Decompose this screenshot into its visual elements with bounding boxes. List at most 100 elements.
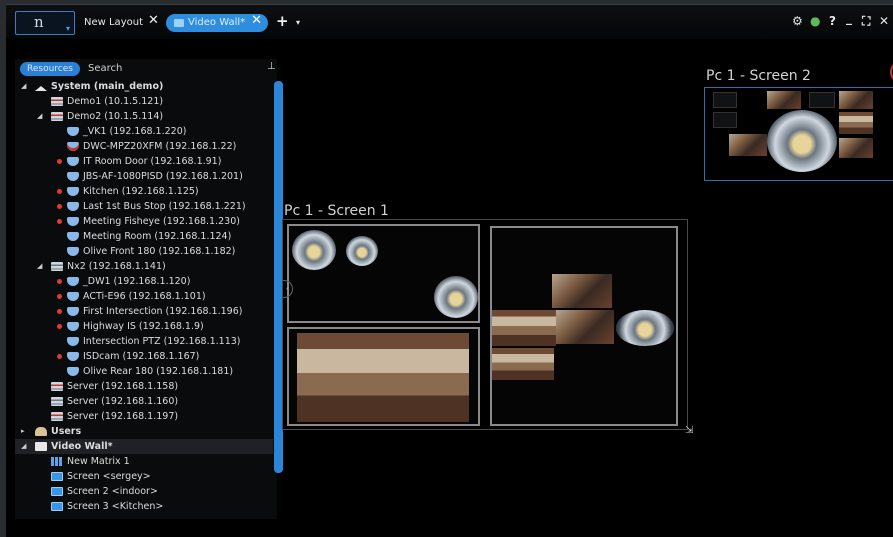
camera-icon — [67, 352, 79, 361]
tree-item[interactable]: Olive Rear 180 (192.168.1.181) — [15, 364, 273, 379]
tree-item[interactable]: ◢ Video Wall* — [15, 439, 273, 454]
recording-dot-icon — [57, 189, 62, 194]
pin-icon[interactable]: ⊥ — [267, 61, 276, 72]
thumbnail — [839, 138, 873, 158]
tree-item[interactable]: Server (192.168.1.160) — [15, 394, 273, 409]
title-bar: n ▾ New Layout ✕ Video Wall* ✕ + ▾ ⚙ ● ?… — [6, 5, 893, 39]
camera-icon — [67, 277, 79, 286]
tree-item-label: Screen 2 <indoor> — [67, 486, 158, 497]
resize-handle-icon[interactable]: ⇲ — [685, 425, 693, 436]
tree-item[interactable]: Demo1 (10.1.5.121) — [15, 94, 273, 109]
tab-new-layout[interactable]: New Layout — [84, 14, 143, 32]
fisheye-thumbnail — [767, 110, 837, 172]
tree-item[interactable]: Meeting Room (192.168.1.124) — [15, 229, 273, 244]
tree-item[interactable]: First Intersection (192.168.1.196) — [15, 304, 273, 319]
camera-icon — [67, 217, 79, 226]
tree-item[interactable]: Server (192.168.1.197) — [15, 409, 273, 424]
tree-item-label: Kitchen (192.168.1.125) — [83, 186, 199, 197]
camera-icon — [67, 127, 79, 136]
logo-text: n — [34, 13, 44, 31]
tree-item[interactable]: ▸ Users — [15, 424, 273, 439]
main-menu-button[interactable]: n ▾ — [15, 11, 75, 35]
expand-arrow-icon[interactable]: ▸ — [21, 424, 25, 439]
expand-arrow-icon[interactable]: ◢ — [37, 109, 42, 124]
tree-item-label: Intersection PTZ (192.168.1.113) — [83, 336, 241, 347]
camera-view — [492, 348, 554, 380]
camera-icon — [67, 322, 79, 331]
camera-view — [492, 310, 556, 346]
tree-item-label: Demo2 (10.1.5.114) — [67, 111, 164, 122]
tree-item-label: DWC-MPZ20XFM (192.168.1.22) — [83, 141, 237, 152]
tree-item-label: Screen <sergey> — [67, 471, 151, 482]
recording-dot-icon — [57, 159, 62, 164]
close-tab-new-layout-icon[interactable]: ✕ — [148, 13, 159, 28]
videowall-screen-2[interactable] — [704, 87, 893, 181]
tree-item-label: Server (192.168.1.158) — [67, 381, 179, 392]
settings-icon[interactable]: ⚙ — [792, 14, 803, 28]
expand-arrow-icon[interactable]: ◢ — [37, 259, 42, 274]
camera-icon — [67, 157, 79, 166]
tree-item[interactable]: Screen 2 <indoor> — [15, 484, 273, 499]
tree-item[interactable]: ◢ Nx2 (192.168.1.141) — [15, 259, 273, 274]
tab-video-wall-label: Video Wall* — [188, 17, 246, 28]
tab-list-dropdown[interactable]: ▾ — [296, 18, 300, 27]
tree-item[interactable]: New Matrix 1 — [15, 454, 273, 469]
matrix-icon — [51, 457, 63, 466]
camera-icon — [67, 292, 79, 301]
tree-item-label: Server (192.168.1.160) — [67, 396, 179, 407]
tree-item[interactable]: Intersection PTZ (192.168.1.113) — [15, 334, 273, 349]
tab-search[interactable]: Search — [88, 62, 122, 76]
office-camera-view — [297, 333, 469, 422]
tree-item[interactable]: _VK1 (192.168.1.220) — [15, 124, 273, 139]
video-cell[interactable] — [287, 327, 480, 426]
tree-item[interactable]: ◢ Demo2 (10.1.5.114) — [15, 109, 273, 124]
tree-item[interactable]: Screen <sergey> — [15, 469, 273, 484]
tree-item[interactable]: ISDcam (192.168.1.167) — [15, 349, 273, 364]
minimize-button[interactable]: _ — [846, 11, 852, 25]
tree-item[interactable]: DWC-MPZ20XFM (192.168.1.22) — [15, 139, 273, 154]
tree-item[interactable]: Kitchen (192.168.1.125) — [15, 184, 273, 199]
tree-item-label: Olive Front 180 (192.168.1.182) — [83, 246, 236, 257]
screen-icon — [51, 472, 63, 481]
tab-video-wall[interactable]: Video Wall* ✕ — [166, 13, 268, 32]
camera-icon — [67, 202, 79, 211]
fullscreen-button[interactable]: ⛶ — [862, 14, 870, 29]
video-wall-icon — [35, 442, 47, 451]
resource-panel: Resources Search ⊥ ◢ System (main_demo) De… — [15, 59, 283, 519]
camera-view — [556, 310, 614, 344]
shield-icon[interactable]: ● — [810, 14, 820, 28]
recording-dot-icon — [57, 204, 62, 209]
close-tab-video-wall-icon[interactable]: ✕ — [251, 13, 262, 28]
tree-item[interactable]: ACTi-E96 (192.168.1.101) — [15, 289, 273, 304]
videowall-screen-1[interactable] — [282, 219, 688, 430]
add-tab-button[interactable]: + — [276, 12, 289, 30]
tree-item[interactable]: JBS-AF-1080PISD (192.168.1.201) — [15, 169, 273, 184]
tree-item[interactable]: Server (192.168.1.158) — [15, 379, 273, 394]
fisheye-view — [292, 230, 336, 270]
close-window-button[interactable]: ✕ — [879, 14, 889, 28]
video-cell[interactable] — [287, 224, 480, 323]
tree-item-label: System (main_demo) — [51, 81, 164, 92]
tree-item[interactable]: Highway IS (192.168.1.9) — [15, 319, 273, 334]
fisheye-view — [434, 276, 478, 318]
tree-item[interactable]: Last 1st Bus Stop (192.168.1.221) — [15, 199, 273, 214]
thumbnail — [839, 91, 873, 109]
app-window: n ▾ New Layout ✕ Video Wall* ✕ + ▾ ⚙ ● ?… — [6, 4, 893, 537]
recording-dot-icon — [57, 309, 62, 314]
tree-item-label: New Matrix 1 — [67, 456, 130, 467]
help-button[interactable]: ? — [829, 14, 836, 28]
tree-item-label: Olive Rear 180 (192.168.1.181) — [83, 366, 234, 377]
tree-item[interactable]: Screen 3 <Kitchen> — [15, 499, 273, 514]
expand-arrow-icon[interactable]: ◢ — [21, 79, 26, 94]
tree-item[interactable]: Meeting Fisheye (192.168.1.230) — [15, 214, 273, 229]
tree-item[interactable]: IT Room Door (192.168.1.91) — [15, 154, 273, 169]
camera-icon — [67, 142, 79, 151]
video-cell[interactable] — [490, 226, 678, 426]
tree-item[interactable]: _DW1 (192.168.1.120) — [15, 274, 273, 289]
tree-item[interactable]: Olive Front 180 (192.168.1.182) — [15, 244, 273, 259]
chevron-down-icon: ▾ — [66, 24, 71, 33]
expand-arrow-icon[interactable]: ◢ — [21, 439, 26, 454]
tab-resources[interactable]: Resources — [20, 62, 80, 76]
thumbnail — [839, 112, 873, 134]
tree-item[interactable]: ◢ System (main_demo) — [15, 79, 273, 94]
